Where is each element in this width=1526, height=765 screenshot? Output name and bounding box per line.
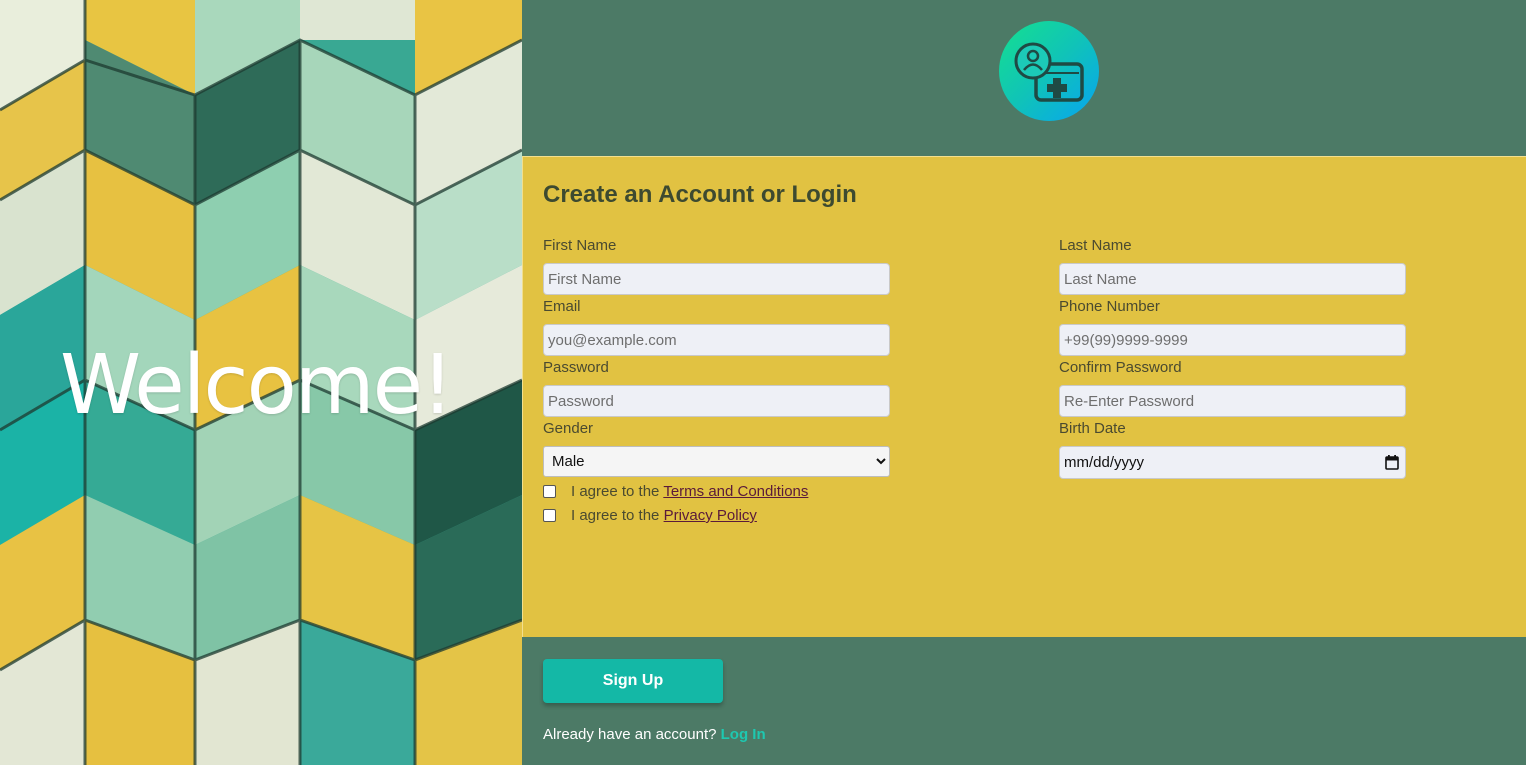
privacy-row: I agree to the Privacy Policy xyxy=(543,507,873,525)
terms-row: I agree to the Terms and Conditions xyxy=(543,483,873,501)
hero-panel: Welcome! xyxy=(0,0,522,765)
login-prompt-text: Already have an account? xyxy=(543,726,717,743)
app-logo xyxy=(999,21,1099,121)
user-health-card-icon xyxy=(1014,42,1084,102)
log-in-link[interactable]: Log In xyxy=(721,726,766,743)
first-name-label: First Name xyxy=(543,237,617,254)
signup-panel: Create an Account or Login First Name Em… xyxy=(522,0,1526,765)
welcome-heading: Welcome! xyxy=(60,338,454,433)
confirm-password-label: Confirm Password xyxy=(1059,359,1182,376)
password-label: Password xyxy=(543,359,609,376)
login-prompt: Already have an account? Log In xyxy=(543,726,766,743)
sign-up-button[interactable]: Sign Up xyxy=(543,659,723,703)
terms-checkbox[interactable] xyxy=(543,485,556,498)
last-name-input[interactable] xyxy=(1059,263,1406,295)
gender-label: Gender xyxy=(543,420,594,437)
phone-label: Phone Number xyxy=(1059,298,1160,315)
privacy-prefix: I agree to the xyxy=(571,507,660,524)
email-input[interactable] xyxy=(543,324,890,356)
birth-date-input[interactable]: mm/dd/yyyy xyxy=(1059,446,1406,479)
form-title: Create an Account or Login xyxy=(543,181,857,208)
calendar-icon[interactable] xyxy=(1385,455,1399,470)
birth-date-label: Birth Date xyxy=(1059,420,1126,437)
privacy-text: I agree to the Privacy Policy xyxy=(571,507,757,524)
terms-prefix: I agree to the xyxy=(571,483,660,500)
privacy-link[interactable]: Privacy Policy xyxy=(664,507,757,524)
password-input[interactable] xyxy=(543,385,890,417)
terms-link[interactable]: Terms and Conditions xyxy=(663,483,808,500)
terms-text: I agree to the Terms and Conditions xyxy=(571,483,808,500)
birth-date-placeholder: mm/dd/yyyy xyxy=(1064,454,1145,471)
gender-select[interactable]: Male xyxy=(543,446,890,477)
signup-form: Create an Account or Login First Name Em… xyxy=(522,156,1526,637)
first-name-input[interactable] xyxy=(543,263,890,295)
phone-input[interactable] xyxy=(1059,324,1406,356)
confirm-password-input[interactable] xyxy=(1059,385,1406,417)
last-name-label: Last Name xyxy=(1059,237,1132,254)
email-label: Email xyxy=(543,298,581,315)
privacy-checkbox[interactable] xyxy=(543,509,556,522)
